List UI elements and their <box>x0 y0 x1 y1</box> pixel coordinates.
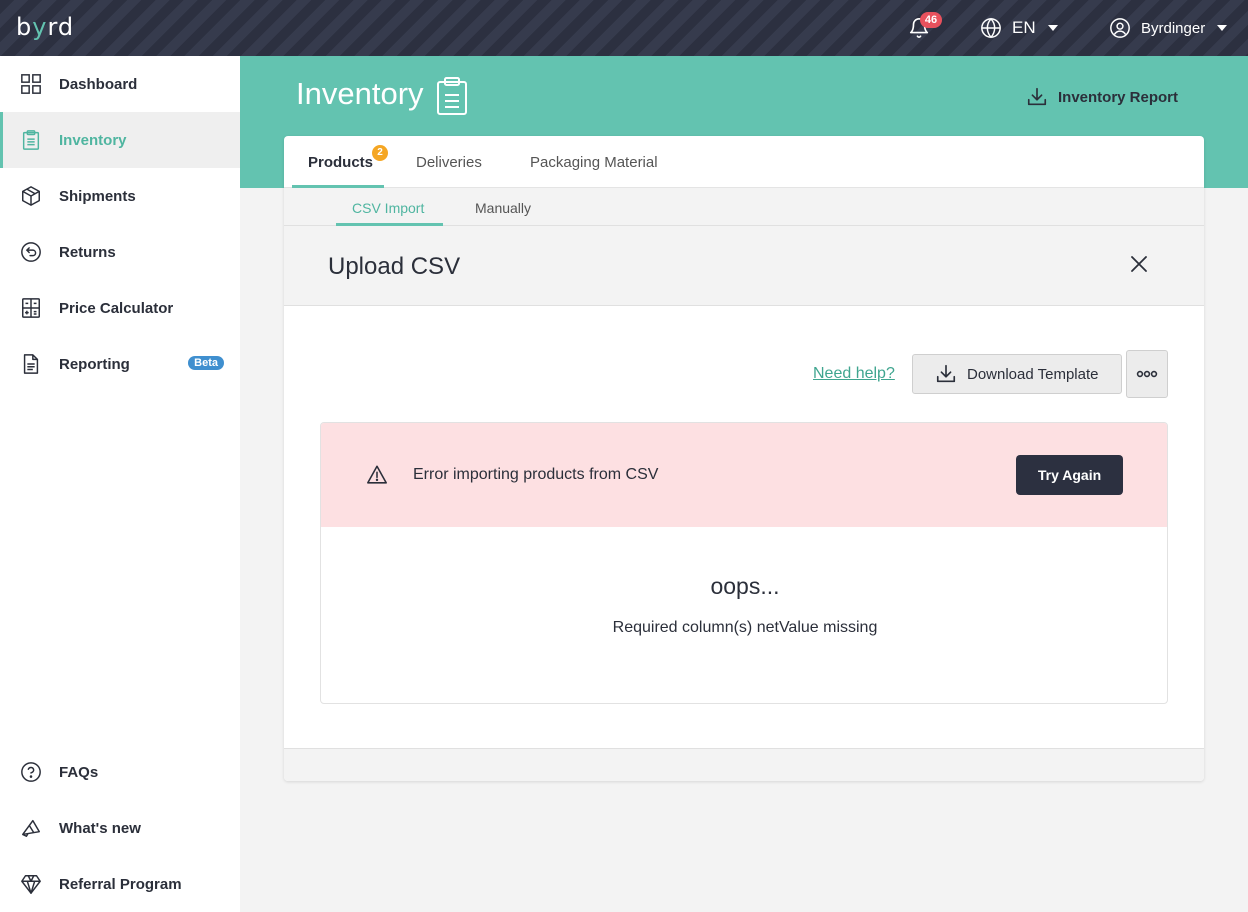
page-title: Inventory <box>296 76 424 111</box>
sidebar-item-faqs[interactable]: FAQs <box>0 744 240 800</box>
tab-products[interactable]: Products <box>308 154 373 171</box>
sidebar-item-label: Shipments <box>59 187 136 205</box>
tab-packaging-material[interactable]: Packaging Material <box>530 154 658 171</box>
sidebar-item-whats-new[interactable]: What's new <box>0 800 240 856</box>
sidebar-item-label: FAQs <box>59 763 99 781</box>
sidebar-item-label: Inventory <box>59 131 127 149</box>
download-template-button[interactable]: Download Template <box>912 354 1122 394</box>
inventory-card: Products 2 Deliveries Packaging Material… <box>284 136 1204 781</box>
sidebar-item-label: What's new <box>59 819 141 837</box>
sidebar-item-reporting[interactable]: Reporting Beta <box>0 336 240 392</box>
error-message: Error importing products from CSV <box>413 466 659 483</box>
subtab-manually[interactable]: Manually <box>475 200 531 216</box>
subtab-bar: CSV Import Manually <box>284 188 1204 226</box>
error-detail: Required column(s) netValue missing <box>612 619 878 636</box>
sidebar-item-price-calculator[interactable]: Price Calculator <box>0 280 240 336</box>
sidebar: Dashboard Inventory Shipments Returns Pr… <box>0 56 240 912</box>
sidebar-item-inventory[interactable]: Inventory <box>0 112 240 168</box>
language-label: EN <box>1012 18 1036 37</box>
inventory-report-label: Inventory Report <box>1058 88 1179 106</box>
sidebar-item-label: Returns <box>59 243 116 261</box>
return-icon <box>21 242 41 262</box>
upload-header: Upload CSV <box>284 226 1204 306</box>
try-again-button[interactable]: Try Again <box>1016 455 1123 495</box>
oops-heading: oops... <box>710 573 780 599</box>
byrd-logo[interactable]: byrd <box>16 13 74 41</box>
more-options-button[interactable] <box>1126 350 1168 398</box>
download-icon <box>1027 87 1047 106</box>
user-name: Byrdinger <box>1141 19 1206 37</box>
tab-deliveries[interactable]: Deliveries <box>416 154 482 171</box>
inventory-report-button[interactable]: Inventory Report <box>1026 86 1178 108</box>
megaphone-icon <box>22 819 40 837</box>
sidebar-item-referral-program[interactable]: Referral Program <box>0 856 240 912</box>
notification-count-badge: 46 <box>920 12 942 28</box>
sidebar-item-shipments[interactable]: Shipments <box>0 168 240 224</box>
sidebar-item-dashboard[interactable]: Dashboard <box>0 56 240 112</box>
clipboard-icon <box>437 77 467 115</box>
need-help-link[interactable]: Need help? <box>813 365 895 383</box>
card-footer <box>284 748 1204 781</box>
clipboard-icon <box>22 130 40 150</box>
chevron-down-icon <box>1217 25 1228 31</box>
question-icon <box>21 762 41 782</box>
products-count-badge: 2 <box>372 145 388 161</box>
sidebar-item-returns[interactable]: Returns <box>0 224 240 280</box>
download-icon <box>936 364 956 383</box>
download-template-label: Download Template <box>967 365 1099 383</box>
calculator-icon <box>22 298 40 318</box>
close-icon[interactable] <box>1130 255 1148 273</box>
sidebar-item-label: Referral Program <box>59 875 182 893</box>
user-menu[interactable]: Byrdinger <box>1109 17 1228 39</box>
import-error-panel: Error importing products from CSV Try Ag… <box>320 422 1168 704</box>
warning-icon <box>367 465 387 484</box>
more-dots-icon <box>1136 370 1158 378</box>
chevron-down-icon <box>1047 25 1058 31</box>
grid-icon <box>21 74 41 94</box>
globe-icon <box>981 17 1001 39</box>
error-banner: Error importing products from CSV Try Ag… <box>321 423 1167 527</box>
package-icon <box>22 186 40 206</box>
document-icon <box>23 354 39 374</box>
user-circle-icon <box>1110 18 1130 38</box>
sidebar-item-label: Price Calculator <box>59 299 174 317</box>
language-selector[interactable]: EN <box>980 17 1058 39</box>
upload-title: Upload CSV <box>328 253 461 280</box>
tab-bar: Products 2 Deliveries Packaging Material <box>284 136 1204 188</box>
beta-badge: Beta <box>188 356 224 370</box>
subtab-csv-import[interactable]: CSV Import <box>352 200 424 216</box>
top-bar: byrd 46 EN Byrdinger <box>0 0 1248 56</box>
sidebar-item-label: Reporting <box>59 355 130 373</box>
sidebar-item-label: Dashboard <box>59 75 138 93</box>
diamond-icon <box>21 875 41 894</box>
